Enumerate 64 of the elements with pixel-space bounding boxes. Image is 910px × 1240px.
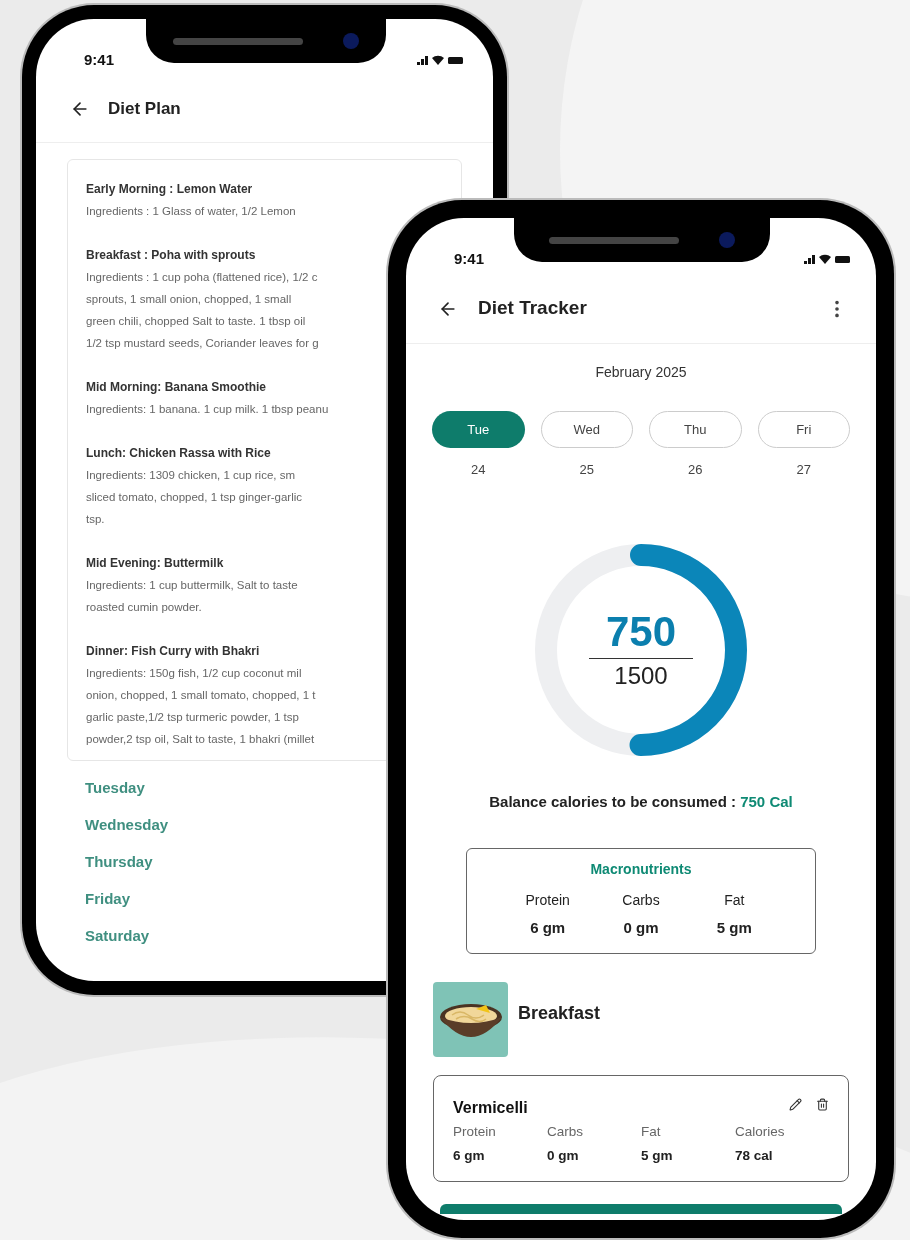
status-time: 9:41 [84,49,115,70]
stat-label: Carbs [547,1123,584,1141]
stat-value: 0 gm [547,1147,580,1166]
ingredients-text: roasted cumin powder. [86,600,203,615]
stat-value: 5 gm [641,1147,674,1166]
ingredients-text: tsp. [86,512,106,527]
macro-value: 0 gm [623,917,659,938]
stat-label: Protein [453,1123,497,1141]
stat-value: 78 cal [735,1147,774,1166]
ingredients-text: green chili, chopped Salt to taste. 1 tbsp oil [86,314,307,329]
balance-value: 750 Cal [740,792,793,810]
status-icons [804,253,850,265]
ingredients-text: garlic paste,1/2 tsp turmeric powder, 1 tsp [86,710,300,725]
day-chip[interactable]: Wed [540,411,633,448]
ingredients-text: Ingredients : 1 Glass of water, 1/2 Lemon [86,204,297,219]
ingredients-text: Ingredients : 1 cup poha (flattened rice), 1/2 c [86,270,319,285]
macro-label: Fat [724,890,745,910]
ingredients-text: Ingredients: 1 banana. 1 cup milk. 1 tbsp peanu [86,402,330,417]
ingredients-text: Ingredients: 1309 chicken, 1 cup rice, sm [86,468,297,483]
ingredients-text: powder,2 tsp oil, Salt to taste, 1 bhakri (millet [86,732,316,747]
screen-title: Diet Tracker [478,296,587,321]
food-name: Vermicelli [453,1098,528,1118]
meal-heading: Early Morning : Lemon Water [86,181,254,198]
stat-label: Calories [735,1123,786,1141]
day-date: 27 [796,461,811,479]
screen-title: Diet Plan [108,97,181,120]
edit-icon[interactable] [789,1097,802,1111]
day-link[interactable]: Wednesday [85,812,169,837]
ingredients-text: sliced tomato, chopped, 1 tsp ginger-garlic [86,490,304,505]
consumed-calories: 750 [605,608,677,655]
ingredients-text: Ingredients: 1 cup buttermilk, Salt to taste [86,578,299,593]
ingredients-text: 1/2 tsp mustard seeds, Coriander leaves for g [86,336,320,351]
month-label: February 2025 [595,363,687,382]
day-chip[interactable]: Thu [649,411,742,448]
day-link[interactable]: Saturday [85,923,150,948]
day-date: 24 [471,461,486,479]
meal-heading: Mid Morning: Banana Smoothie [86,379,267,396]
meal-heading: Lunch: Chicken Rassa with Rice [86,445,272,462]
macro-value: 6 gm [530,917,566,938]
balance-label: Balance calories to be consumed : [489,792,737,810]
stat-label: Fat [641,1123,662,1141]
meal-heading: Mid Evening: Buttermilk [86,555,225,572]
ingredients-text: Ingredients: 150g fish, 1/2 cup coconut mil [86,666,303,681]
day-chip[interactable]: Fri [757,411,850,448]
macro-value: 5 gm [716,917,752,938]
day-link[interactable]: Tuesday [85,775,145,800]
delete-icon[interactable] [816,1097,829,1111]
meal-name: Breakfast [518,1002,601,1025]
day-link[interactable]: Thursday [85,849,153,874]
day-date: 26 [688,461,703,479]
day-link[interactable]: Friday [85,886,130,911]
macro-label: Protein [525,890,570,910]
day-date: 25 [579,461,594,479]
stat-value: 6 gm [453,1147,486,1166]
macro-label: Carbs [622,890,660,910]
ingredients-text: onion, chopped, 1 small tomato, chopped, 1 t [86,688,317,703]
target-calories: 1500 [614,662,668,691]
macros-title: Macronutrients [590,859,692,879]
status-time: 9:41 [454,248,485,269]
meal-heading: Dinner: Fish Curry with Bhakri [86,643,261,660]
status-icons [417,54,463,66]
ingredients-text: sprouts, 1 small onion, chopped, 1 small [86,292,293,307]
day-chip[interactable]: Tue [432,411,525,448]
meal-heading: Breakfast : Poha with sprouts [86,247,257,264]
